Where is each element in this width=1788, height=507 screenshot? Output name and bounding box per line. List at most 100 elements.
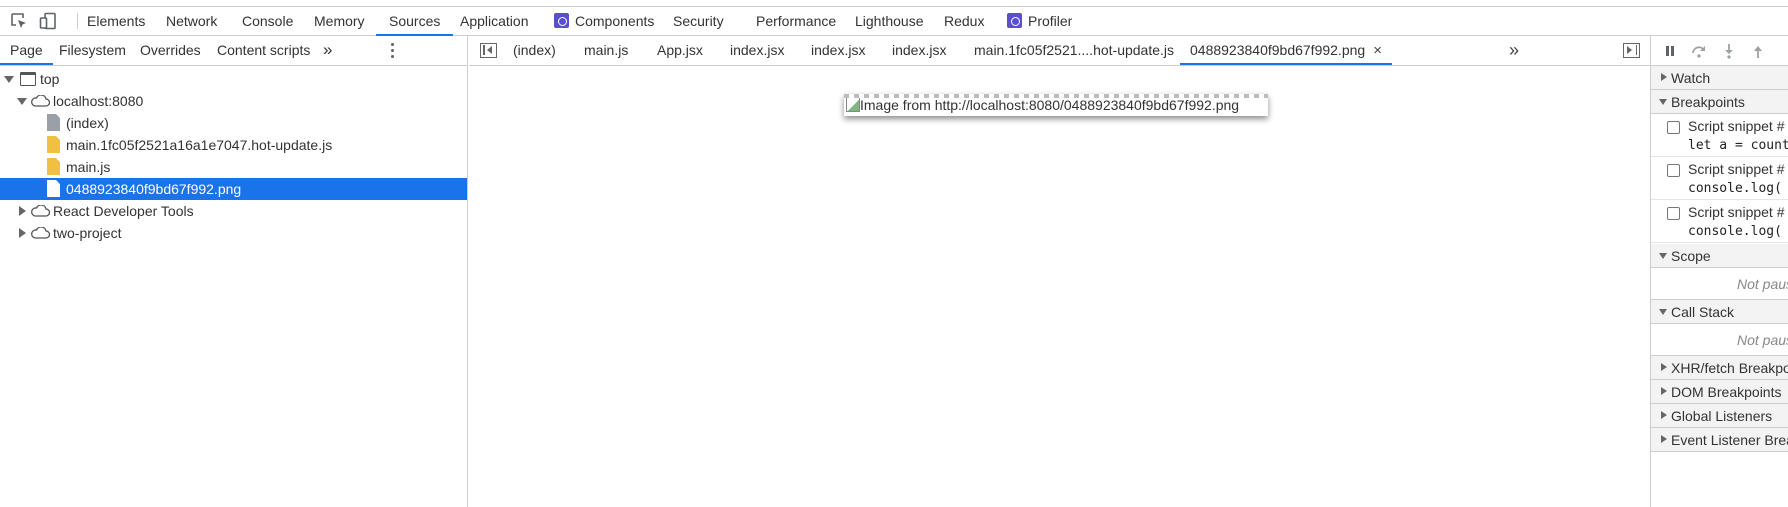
tree-item-label: React Developer Tools — [53, 203, 194, 219]
global-listeners-section-header[interactable]: Global Listeners — [1651, 404, 1788, 428]
step-over-icon[interactable] — [1691, 43, 1707, 59]
more-options-icon[interactable] — [391, 43, 395, 59]
tab-network[interactable]: Network — [166, 7, 217, 36]
breakpoint-checkbox[interactable] — [1667, 121, 1680, 134]
breakpoint-checkbox[interactable] — [1667, 207, 1680, 220]
breakpoint-code: console.log( — [1688, 181, 1782, 196]
tree-item-localhost[interactable]: localhost:8080 — [0, 90, 467, 112]
editor-tab-main-js[interactable]: main.js — [584, 36, 628, 65]
collapsed-arrow-icon — [1661, 435, 1667, 443]
breakpoint-item[interactable]: Script snippet # let a = count — [1651, 114, 1788, 157]
collapsed-arrow-icon — [1661, 387, 1667, 395]
tab-performance[interactable]: Performance — [756, 7, 836, 36]
tree-item-label: (index) — [66, 115, 109, 131]
debugger-toolbar — [1651, 36, 1788, 66]
collapsed-arrow-icon[interactable] — [19, 206, 26, 216]
expanded-arrow-icon — [1659, 253, 1667, 259]
tree-item-png-selected[interactable]: 0488923840f9bd67f992.png — [0, 178, 467, 200]
tree-item-hot-update-js[interactable]: main.1fc05f2521a16a1e7047.hot-update.js — [0, 134, 467, 156]
editor-tab-index[interactable]: (index) — [513, 36, 556, 65]
toggle-debugger-icon[interactable] — [1623, 43, 1640, 58]
scope-section-header[interactable]: Scope — [1651, 244, 1788, 268]
collapsed-arrow-icon — [1661, 411, 1667, 419]
dom-breakpoints-section-header[interactable]: DOM Breakpoints — [1651, 380, 1788, 404]
device-toolbar-icon[interactable] — [39, 12, 57, 30]
image-file-icon — [47, 180, 60, 197]
section-title: DOM Breakpoints — [1671, 384, 1782, 400]
editor-tab-hot-update[interactable]: main.1fc05f2521....hot-update.js — [974, 36, 1174, 65]
breakpoint-item[interactable]: Script snippet # console.log( — [1651, 157, 1788, 200]
tab-elements[interactable]: Elements — [87, 7, 145, 36]
step-into-icon[interactable] — [1721, 43, 1737, 59]
tab-console[interactable]: Console — [242, 7, 293, 36]
editor-tab-label: 0488923840f9bd67f992.png — [1190, 42, 1366, 58]
more-editor-tabs-chevron-icon[interactable]: » — [1509, 36, 1519, 65]
devtools-main-toolbar: Elements Network Console Memory Sources … — [0, 6, 1788, 36]
toggle-navigator-icon[interactable] — [480, 43, 497, 58]
event-listener-breakpoints-section-header[interactable]: Event Listener Breakpoints — [1651, 428, 1788, 452]
expanded-arrow-icon[interactable] — [17, 98, 27, 105]
section-title: Global Listeners — [1671, 408, 1773, 424]
tab-sources[interactable]: Sources — [376, 7, 454, 36]
breakpoint-checkbox[interactable] — [1667, 164, 1680, 177]
editor-tab-index-jsx[interactable]: index.jsx — [730, 36, 784, 65]
section-title: XHR/fetch Breakpoints — [1671, 360, 1788, 376]
section-title: Call Stack — [1671, 304, 1735, 320]
tab-lighthouse[interactable]: Lighthouse — [855, 7, 924, 36]
watch-section-header[interactable]: Watch — [1651, 66, 1788, 90]
tree-item-main-js[interactable]: main.js — [0, 156, 467, 178]
section-title: Watch — [1671, 70, 1711, 86]
call-stack-section-header[interactable]: Call Stack — [1651, 300, 1788, 324]
tree-item-label: main.1fc05f2521a16a1e7047.hot-update.js — [66, 137, 333, 153]
tab-profiler[interactable]: Profiler — [1007, 7, 1072, 36]
collapsed-arrow-icon — [1661, 73, 1667, 81]
tree-item-top[interactable]: top — [0, 68, 467, 90]
tab-filesystem[interactable]: Filesystem — [59, 36, 126, 65]
editor-tabbar: (index) main.js App.jsx index.jsx index.… — [469, 36, 1650, 66]
tree-item-react-devtools[interactable]: React Developer Tools — [0, 200, 467, 222]
tab-page[interactable]: Page — [0, 36, 53, 65]
more-tabs-chevron-icon[interactable]: » — [323, 36, 332, 65]
script-file-icon — [47, 158, 60, 175]
tab-components-label: Components — [575, 13, 655, 29]
editor-tab-index-jsx[interactable]: index.jsx — [892, 36, 946, 65]
tab-memory[interactable]: Memory — [314, 7, 365, 36]
cloud-icon — [31, 95, 50, 107]
section-title: Event Listener Breakpoints — [1671, 432, 1788, 448]
expanded-arrow-icon — [1659, 99, 1667, 105]
section-title: Scope — [1671, 248, 1711, 264]
breakpoint-title: Script snippet # — [1688, 204, 1785, 220]
document-file-icon — [47, 114, 60, 131]
tab-overrides[interactable]: Overrides — [140, 36, 201, 65]
tree-item-index[interactable]: (index) — [0, 112, 467, 134]
breakpoint-title: Script snippet # — [1688, 161, 1785, 177]
tab-profiler-label: Profiler — [1028, 13, 1073, 29]
inspect-element-icon[interactable] — [10, 12, 28, 30]
scope-not-paused: Not paused — [1651, 268, 1788, 300]
collapsed-arrow-icon — [1661, 363, 1667, 371]
tree-item-label: localhost:8080 — [53, 93, 144, 109]
editor-tab-app-jsx[interactable]: App.jsx — [657, 36, 703, 65]
pause-icon[interactable] — [1662, 43, 1678, 59]
tab-application[interactable]: Application — [460, 7, 529, 36]
tab-security[interactable]: Security — [673, 7, 724, 36]
debugger-sidebar: Watch Breakpoints Script snippet # let a… — [1650, 36, 1788, 507]
tree-item-two-project[interactable]: two-project — [0, 222, 467, 244]
tab-content-scripts[interactable]: Content scripts — [217, 36, 310, 65]
xhr-breakpoints-section-header[interactable]: XHR/fetch Breakpoints — [1651, 356, 1788, 380]
tab-components[interactable]: Components — [554, 7, 654, 36]
step-out-icon[interactable] — [1750, 43, 1766, 59]
navigator-pane: Page Filesystem Overrides Content script… — [0, 36, 468, 507]
tree-item-label: two-project — [53, 225, 122, 241]
collapsed-arrow-icon[interactable] — [19, 228, 26, 238]
tree-item-label: main.js — [66, 159, 111, 175]
editor-tab-png-active[interactable]: 0488923840f9bd67f992.png × — [1180, 36, 1392, 65]
expanded-arrow-icon[interactable] — [4, 76, 14, 83]
tab-redux[interactable]: Redux — [944, 7, 984, 36]
breakpoint-item[interactable]: Script snippet # console.log( — [1651, 200, 1788, 243]
tree-item-label: top — [40, 71, 60, 87]
breakpoints-section-header[interactable]: Breakpoints — [1651, 90, 1788, 114]
close-tab-icon[interactable]: × — [1373, 42, 1382, 59]
editor-tab-index-jsx[interactable]: index.jsx — [811, 36, 865, 65]
cloud-icon — [31, 205, 50, 217]
